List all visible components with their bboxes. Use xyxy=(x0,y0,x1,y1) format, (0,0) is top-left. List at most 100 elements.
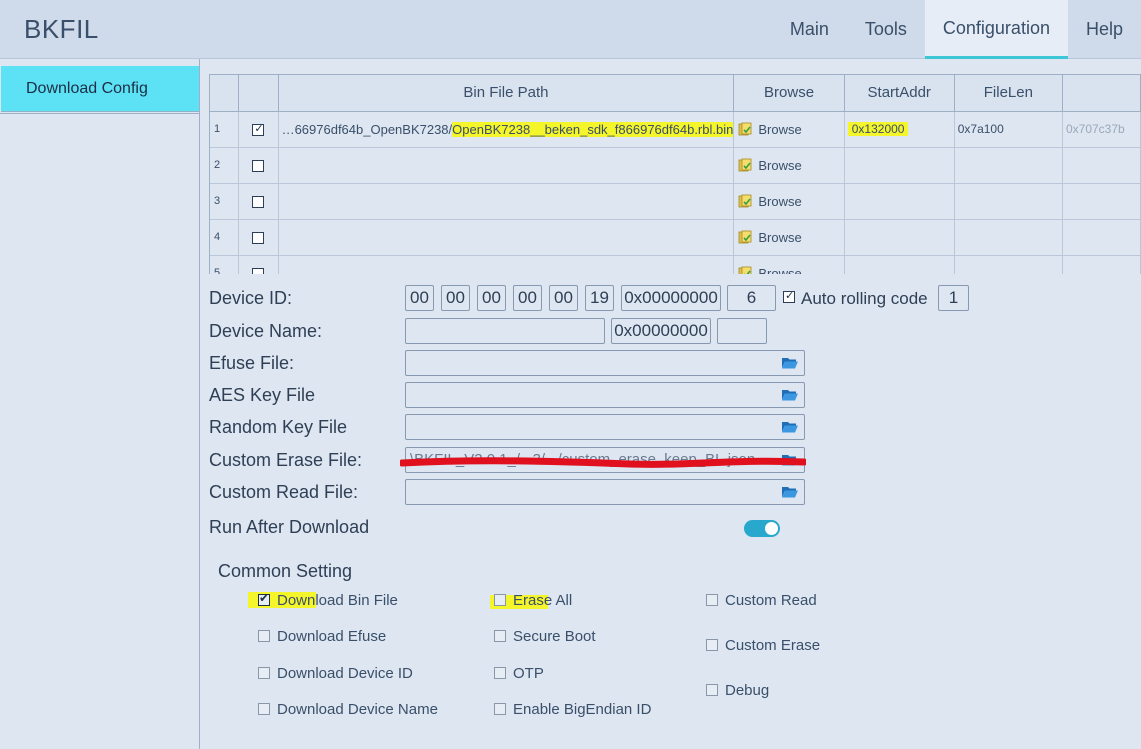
device-id-byte-1[interactable]: 00 xyxy=(405,285,434,311)
option-label: Download Bin File xyxy=(277,592,398,609)
start-addr-value xyxy=(848,230,856,244)
tab-help[interactable]: Help xyxy=(1068,0,1141,59)
sidebar-item-download-config[interactable]: Download Config xyxy=(1,66,199,112)
device-id-byte-5[interactable]: 00 xyxy=(549,285,578,311)
option-checkbox[interactable] xyxy=(494,594,506,606)
option-enable-bigendian-id[interactable]: Enable BigEndian ID xyxy=(494,701,651,718)
folder-open-icon[interactable] xyxy=(782,388,798,401)
col-header-bin-file-path: Bin File Path xyxy=(278,75,735,112)
tab-configuration[interactable]: Configuration xyxy=(924,0,1068,59)
file-len-cell xyxy=(954,219,1063,256)
option-checkbox[interactable] xyxy=(494,667,506,679)
table-row[interactable]: 2 Browse xyxy=(210,147,1141,184)
col-header-file-len: FileLen xyxy=(954,75,1063,112)
folder-open-icon[interactable] xyxy=(782,356,798,369)
device-id-label: Device ID: xyxy=(209,288,293,308)
device-id-hex-field[interactable]: 0x00000000 xyxy=(621,285,721,311)
device-id-byte-2[interactable]: 00 xyxy=(441,285,470,311)
row-select-cell[interactable] xyxy=(238,255,279,274)
table-row[interactable]: 4 Browse xyxy=(210,219,1141,256)
option-checkbox[interactable] xyxy=(258,630,270,642)
bin-file-path-cell[interactable] xyxy=(278,255,735,274)
row-select-cell[interactable] xyxy=(238,147,279,184)
device-name-length-field[interactable] xyxy=(717,318,767,344)
efuse-file-label: Efuse File: xyxy=(209,353,295,373)
folder-open-icon[interactable] xyxy=(782,485,798,498)
browse-button[interactable]: Browse xyxy=(733,183,845,220)
col-header-browse: Browse xyxy=(733,75,845,112)
option-checkbox[interactable] xyxy=(706,594,718,606)
custom-read-file-field[interactable] xyxy=(405,479,805,505)
option-secure-boot[interactable]: Secure Boot xyxy=(494,628,596,645)
device-id-byte-6[interactable]: 19 xyxy=(585,285,614,311)
row-select-checkbox[interactable] xyxy=(252,160,265,173)
option-checkbox[interactable] xyxy=(258,591,270,606)
option-download-device-name[interactable]: Download Device Name xyxy=(258,701,438,718)
row-select-cell[interactable] xyxy=(238,111,279,148)
option-label: OTP xyxy=(513,665,544,682)
browse-folder-icon xyxy=(738,194,752,207)
bin-file-path-cell[interactable] xyxy=(278,183,735,220)
tab-tools[interactable]: Tools xyxy=(847,0,925,59)
bin-file-path-cell[interactable] xyxy=(278,219,735,256)
browse-button[interactable]: Browse xyxy=(733,255,845,274)
browse-folder-icon xyxy=(738,230,752,243)
browse-button[interactable]: Browse xyxy=(733,111,845,148)
option-checkbox[interactable] xyxy=(494,630,506,642)
option-download-efuse[interactable]: Download Efuse xyxy=(258,628,386,645)
row-select-checkbox[interactable] xyxy=(252,268,265,274)
run-after-download-toggle[interactable] xyxy=(744,520,780,537)
option-otp[interactable]: OTP xyxy=(494,665,544,682)
aes-key-file-field[interactable] xyxy=(405,382,805,408)
device-name-field[interactable] xyxy=(405,318,605,344)
option-download-bin-file[interactable]: Download Bin File xyxy=(258,591,398,609)
start-addr-cell[interactable] xyxy=(844,147,955,184)
option-checkbox[interactable] xyxy=(258,703,270,715)
start-addr-cell[interactable] xyxy=(844,255,955,274)
efuse-file-field[interactable] xyxy=(405,350,805,376)
option-checkbox[interactable] xyxy=(706,639,718,651)
table-row[interactable]: 3 Browse xyxy=(210,183,1141,220)
table-header-row: Bin File Path Browse StartAddr FileLen xyxy=(210,75,1141,112)
row-index: 5 xyxy=(210,255,240,274)
col-header-start-addr: StartAddr xyxy=(844,75,955,112)
browse-button[interactable]: Browse xyxy=(733,147,845,184)
row-select-checkbox[interactable] xyxy=(252,232,265,245)
bin-file-path-cell[interactable] xyxy=(278,147,735,184)
file-len-cell xyxy=(954,147,1063,184)
folder-open-icon[interactable] xyxy=(782,420,798,433)
bin-file-path-cell[interactable]: …66976df64b_OpenBK7238/OpenBK7238__beken… xyxy=(278,111,735,148)
browse-folder-icon xyxy=(738,266,752,274)
main-nav: Main Tools Configuration Help xyxy=(772,0,1141,59)
option-checkbox[interactable] xyxy=(494,703,506,715)
row-select-cell[interactable] xyxy=(238,219,279,256)
option-custom-read[interactable]: Custom Read xyxy=(706,592,817,609)
row-select-checkbox[interactable] xyxy=(252,196,265,209)
option-erase-all[interactable]: Erase All xyxy=(494,592,572,609)
start-addr-cell[interactable]: 0x132000 xyxy=(844,111,955,148)
option-label: Enable BigEndian ID xyxy=(513,701,652,718)
option-checkbox[interactable] xyxy=(258,667,270,679)
option-download-device-id[interactable]: Download Device ID xyxy=(258,665,413,682)
extra-cell: 0x707c37b xyxy=(1062,111,1141,148)
table-row[interactable]: 1 …66976df64b_OpenBK7238/OpenBK7238__beke… xyxy=(210,111,1141,148)
auto-rolling-code-value[interactable]: 1 xyxy=(938,285,969,311)
start-addr-cell[interactable] xyxy=(844,219,955,256)
auto-rolling-code-checkbox[interactable]: Auto rolling code xyxy=(783,289,928,309)
tab-main[interactable]: Main xyxy=(772,0,847,59)
row-select-checkbox[interactable] xyxy=(252,122,265,137)
random-key-file-field[interactable] xyxy=(405,414,805,440)
browse-label: Browse xyxy=(758,193,802,209)
table-row[interactable]: 5 Browse xyxy=(210,255,1141,274)
redaction-mark xyxy=(400,457,806,468)
device-id-length-field[interactable]: 6 xyxy=(727,285,776,311)
option-checkbox[interactable] xyxy=(706,684,718,696)
start-addr-cell[interactable] xyxy=(844,183,955,220)
device-id-byte-3[interactable]: 00 xyxy=(477,285,506,311)
browse-button[interactable]: Browse xyxy=(733,219,845,256)
option-debug[interactable]: Debug xyxy=(706,682,769,699)
device-name-hex-field[interactable]: 0x00000000 xyxy=(611,318,711,344)
option-custom-erase[interactable]: Custom Erase xyxy=(706,637,820,654)
row-select-cell[interactable] xyxy=(238,183,279,220)
device-id-byte-4[interactable]: 00 xyxy=(513,285,542,311)
